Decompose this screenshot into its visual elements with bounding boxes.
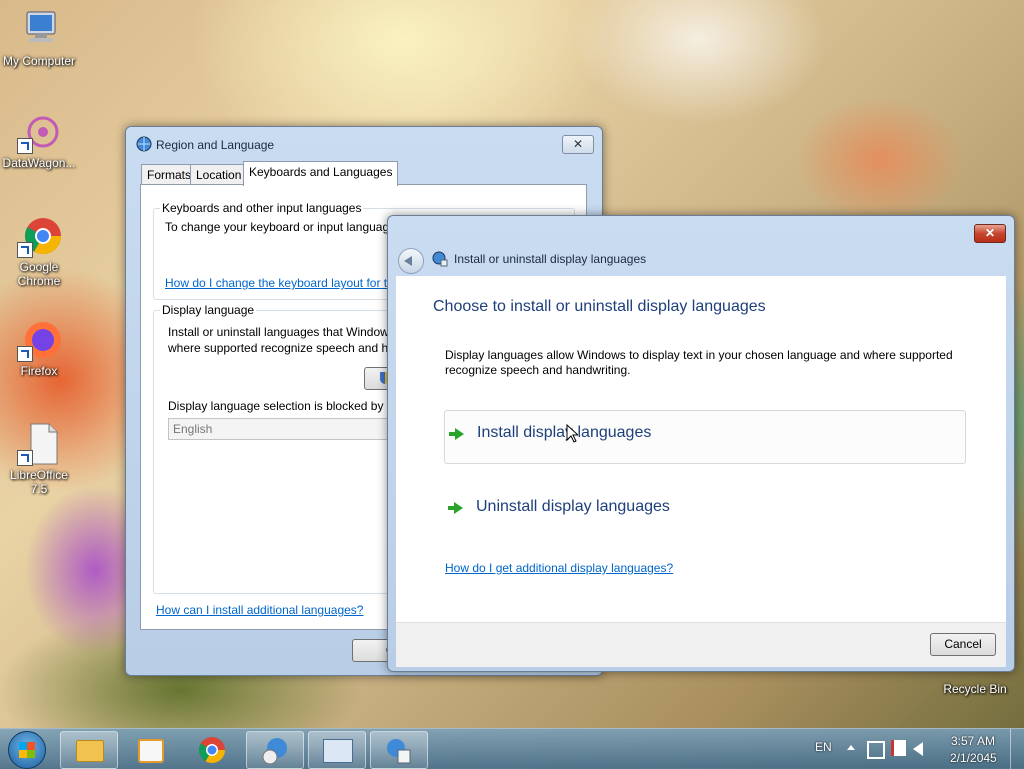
blocked-message: Display language selection is blocked by…: [168, 399, 394, 413]
taskbar-clock-globe-button[interactable]: [246, 731, 304, 769]
volume-icon[interactable]: [913, 742, 923, 756]
cancel-button[interactable]: Cancel: [930, 633, 996, 656]
datawagon-icon: [17, 110, 61, 154]
uninstall-display-languages-command[interactable]: Uninstall display languages: [444, 485, 964, 537]
clock-date[interactable]: 2/1/2045: [950, 751, 997, 765]
desktop-icon-datawagon[interactable]: DataWagon...: [1, 110, 77, 170]
firefox-icon: [17, 318, 61, 362]
tab-keyboards-and-languages[interactable]: Keyboards and Languages: [243, 161, 399, 186]
close-button[interactable]: ✕: [562, 135, 594, 154]
keyboard-layout-help-link[interactable]: How do I change the keyboard layout for …: [165, 276, 387, 290]
dialog-heading: Choose to install or uninstall display l…: [433, 298, 766, 315]
dialog-footer: Cancel: [396, 622, 1006, 667]
document-icon: [17, 422, 61, 466]
start-button[interactable]: [8, 731, 46, 769]
desktop-icon-label: Recycle Bin: [943, 682, 1007, 696]
show-desktop-button[interactable]: [1010, 729, 1024, 769]
taskbar-media-player-button[interactable]: [122, 731, 178, 767]
display-language-description-1: Install or uninstall languages that Wind…: [168, 325, 389, 339]
taskbar-explorer-button[interactable]: [60, 731, 118, 769]
globe-checklist-icon: [387, 739, 411, 764]
command-label: Install display languages: [477, 424, 652, 441]
show-hidden-icons-button[interactable]: [847, 745, 855, 750]
chrome-icon: [17, 214, 62, 258]
install-display-languages-dialog[interactable]: ✕ Install or uninstall display languages…: [387, 215, 1015, 672]
taskbar: EN 3:57 AM 2/1/2045: [0, 728, 1024, 769]
install-display-languages-command[interactable]: Install display languages: [444, 410, 966, 464]
group-title: Keyboards and other input languages: [160, 201, 364, 215]
language-settings-icon: [432, 251, 448, 270]
green-arrow-icon: [449, 428, 464, 440]
green-arrow-icon: [448, 502, 463, 514]
windows-logo-icon: [19, 742, 35, 758]
network-icon[interactable]: [867, 741, 885, 759]
window-title: Region and Language: [156, 138, 275, 152]
chrome-icon: [198, 737, 226, 764]
command-label: Uninstall display languages: [476, 498, 670, 515]
clock-time[interactable]: 3:57 AM: [951, 734, 995, 748]
globe-clock-icon: [262, 738, 287, 765]
desktop-icon-google-chrome[interactable]: Google Chrome: [1, 214, 77, 288]
install-additional-languages-link[interactable]: How can I install additional languages?: [156, 603, 363, 617]
desktop-icon-label: DataWagon...: [2, 156, 76, 170]
desktop-icon-firefox[interactable]: Firefox: [1, 318, 77, 378]
tab-location[interactable]: Location: [190, 164, 248, 185]
desktop-icon-label: Firefox: [20, 364, 58, 378]
display-language-select: English: [168, 418, 394, 440]
taskbar-control-panel-button[interactable]: [308, 731, 366, 769]
dialog-content: Choose to install or uninstall display l…: [396, 276, 1006, 622]
globe-icon: [136, 136, 152, 155]
taskbar-chrome-button[interactable]: [184, 731, 240, 767]
desktop-icon-my-computer[interactable]: My Computer: [1, 8, 77, 68]
back-button[interactable]: [398, 248, 424, 274]
dialog-header-title: Install or uninstall display languages: [454, 252, 647, 266]
shortcut-arrow-icon: [17, 450, 33, 466]
shortcut-arrow-icon: [17, 346, 33, 362]
language-indicator[interactable]: EN: [815, 740, 832, 754]
close-button[interactable]: ✕: [974, 224, 1006, 243]
select-value: English: [173, 422, 213, 436]
back-arrow-icon: [404, 256, 412, 266]
mouse-cursor-icon: [566, 423, 580, 446]
computer-icon: [17, 8, 61, 52]
tab-formats[interactable]: Formats: [141, 164, 198, 185]
desktop-icon-recycle-bin[interactable]: Recycle Bin: [937, 682, 1013, 696]
keyboards-description: To change your keyboard or input languag: [165, 220, 390, 234]
desktop-icon-label: LibreOffice 7.5: [10, 468, 68, 496]
shortcut-arrow-icon: [17, 242, 33, 258]
dialog-description: Display languages allow Windows to displ…: [445, 348, 953, 377]
control-panel-icon: [323, 739, 353, 763]
media-player-icon: [138, 739, 164, 763]
desktop-icon-libreoffice[interactable]: LibreOffice 7.5: [1, 422, 77, 496]
desktop-icon-label: Google Chrome: [17, 260, 61, 288]
taskbar-region-language-button[interactable]: [370, 731, 428, 769]
folder-icon: [76, 740, 104, 762]
desktop-icon-label: My Computer: [2, 54, 76, 68]
shortcut-arrow-icon: [17, 138, 33, 154]
display-language-description-2: where supported recognize speech and ha: [168, 341, 395, 355]
group-title: Display language: [160, 303, 257, 317]
action-center-icon[interactable]: [891, 740, 906, 756]
additional-display-languages-link[interactable]: How do I get additional display language…: [445, 561, 673, 575]
